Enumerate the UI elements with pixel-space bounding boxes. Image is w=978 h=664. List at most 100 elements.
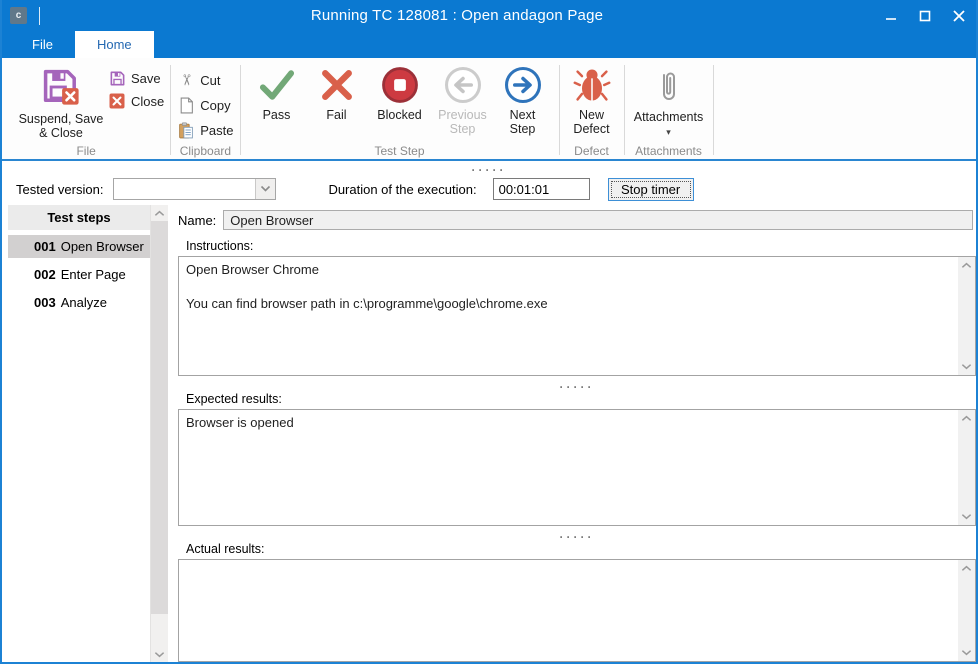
paste-button[interactable]: Paste: [177, 121, 233, 139]
defect-group-label: Defect: [560, 144, 624, 158]
attachments-label: Attachments: [634, 110, 703, 124]
expected-results-label: Expected results:: [186, 392, 976, 406]
expected-results-textbox[interactable]: Browser is opened: [178, 409, 976, 526]
ribbon-group-clipboard: ✂ Cut Copy: [171, 61, 239, 159]
close-icon: [950, 8, 968, 24]
save-button[interactable]: Save: [108, 69, 164, 87]
save-label: Save: [131, 71, 161, 86]
fail-button[interactable]: Fail: [311, 63, 363, 122]
test-steps-header: Test steps: [8, 205, 150, 230]
scroll-down-button[interactable]: [958, 509, 975, 524]
instructions-scrollbar[interactable]: [958, 257, 975, 375]
maximize-button[interactable]: [908, 0, 942, 31]
duration-input[interactable]: [493, 178, 590, 200]
scroll-down-button[interactable]: [958, 645, 975, 660]
copy-button[interactable]: Copy: [177, 96, 233, 114]
actual-results-label: Actual results:: [186, 542, 976, 556]
cut-button[interactable]: ✂ Cut: [177, 71, 233, 89]
chevron-down-icon: [961, 513, 972, 520]
name-field[interactable]: [223, 210, 973, 230]
instructions-textbox[interactable]: Open Browser Chrome You can find browser…: [178, 256, 976, 376]
chevron-down-icon: [961, 649, 972, 656]
next-step-button[interactable]: Next Step: [497, 63, 549, 136]
window-title: Running TC 128081 : Open andagon Page: [40, 7, 874, 24]
test-steps-panel: Test steps 001 Open Browser 002 Enter Page…: [8, 205, 168, 662]
actual-results-text[interactable]: [186, 564, 953, 657]
blocked-button[interactable]: Blocked: [371, 63, 429, 122]
tab-file[interactable]: File: [10, 31, 75, 58]
title-bar: c Running TC 128081 : Open andagon Page: [2, 0, 976, 31]
suspend-save-close-icon: [38, 65, 84, 109]
ribbon-group-defect: New Defect Defect: [560, 61, 624, 159]
ribbon-resize-handle[interactable]: ·····: [2, 161, 976, 173]
step-number: 002: [34, 267, 56, 282]
fail-label: Fail: [326, 108, 346, 122]
name-label: Name:: [178, 213, 216, 228]
step-label: Enter Page: [61, 267, 126, 282]
pass-label: Pass: [263, 108, 291, 122]
tested-version-combobox[interactable]: [113, 178, 276, 200]
close-red-icon: [108, 92, 126, 110]
steps-scrollbar[interactable]: [150, 205, 168, 662]
chevron-up-icon: [154, 210, 165, 217]
chevron-down-icon: [154, 651, 165, 658]
splitter-handle[interactable]: ·····: [178, 376, 976, 390]
ribbon-group-file: Suspend, Save & Close Save: [2, 61, 170, 159]
previous-step-button[interactable]: Previous Step: [437, 63, 489, 136]
close-button[interactable]: [942, 0, 976, 31]
splitter-handle[interactable]: ·····: [178, 526, 976, 540]
step-detail-pane: Name: Instructions: Open Browser Chrome …: [178, 205, 976, 662]
test-step-item-1[interactable]: 001 Open Browser: [8, 235, 150, 258]
step-number: 003: [34, 295, 56, 310]
scroll-down-button[interactable]: [958, 359, 975, 374]
ribbon-group-test-step: Pass Fail Blocked Previou: [241, 61, 559, 159]
test-step-item-3[interactable]: 003Analyze: [8, 291, 150, 314]
instructions-text[interactable]: Open Browser Chrome You can find browser…: [186, 261, 953, 371]
close-ribbon-button[interactable]: Close: [108, 92, 164, 110]
pass-button[interactable]: Pass: [251, 63, 303, 122]
paste-label: Paste: [200, 123, 233, 138]
content-area: Test steps 001 Open Browser 002 Enter Page…: [2, 205, 976, 662]
combo-dropdown-button[interactable]: [255, 179, 275, 199]
minimize-button[interactable]: [874, 0, 908, 31]
fail-x-icon: [317, 65, 357, 105]
cut-icon: ✂: [177, 71, 195, 89]
clipboard-group-label: Clipboard: [171, 144, 239, 158]
test-steps-list: Test steps 001 Open Browser 002 Enter Page…: [8, 205, 150, 662]
actual-results-scrollbar[interactable]: [958, 560, 975, 661]
attachments-button[interactable]: Attachments ▾: [629, 63, 709, 136]
ribbon: Suspend, Save & Close Save: [2, 58, 976, 161]
scroll-up-button[interactable]: [958, 561, 975, 576]
stop-timer-button[interactable]: Stop timer: [608, 178, 694, 201]
tested-version-input[interactable]: [114, 179, 255, 199]
copy-label: Copy: [200, 98, 230, 113]
scroll-up-button[interactable]: [958, 258, 975, 273]
name-row: Name:: [178, 210, 973, 230]
scroll-up-button[interactable]: [151, 205, 168, 221]
suspend-save-close-label: Suspend, Save & Close: [14, 112, 108, 140]
scrollbar-thumb[interactable]: [151, 221, 168, 614]
test-step-item-2[interactable]: 002 Enter Page: [8, 263, 150, 286]
app-icon[interactable]: c: [10, 7, 27, 24]
new-defect-button[interactable]: New Defect: [566, 63, 618, 136]
suspend-save-close-button[interactable]: Suspend, Save & Close: [14, 63, 108, 140]
step-number: 001: [34, 239, 56, 254]
actual-results-textbox[interactable]: [178, 559, 976, 662]
next-step-icon: [503, 65, 543, 105]
chevron-up-icon: [961, 415, 972, 422]
expected-results-text[interactable]: Browser is opened: [186, 414, 953, 521]
close-label: Close: [131, 94, 164, 109]
bug-icon: [573, 65, 611, 105]
test-step-group-label: Test Step: [241, 144, 559, 158]
ribbon-tab-row: File Home: [2, 31, 976, 58]
attachments-dropdown-icon[interactable]: ▾: [666, 128, 671, 136]
maximize-icon: [916, 8, 934, 24]
step-label: Open Browser: [61, 239, 144, 254]
previous-step-icon: [443, 65, 483, 105]
expected-results-scrollbar[interactable]: [958, 410, 975, 525]
tab-home[interactable]: Home: [75, 31, 154, 58]
chevron-down-icon: [260, 185, 271, 193]
scroll-down-button[interactable]: [151, 646, 168, 662]
scroll-up-button[interactable]: [958, 411, 975, 426]
minimize-icon: [882, 8, 900, 24]
